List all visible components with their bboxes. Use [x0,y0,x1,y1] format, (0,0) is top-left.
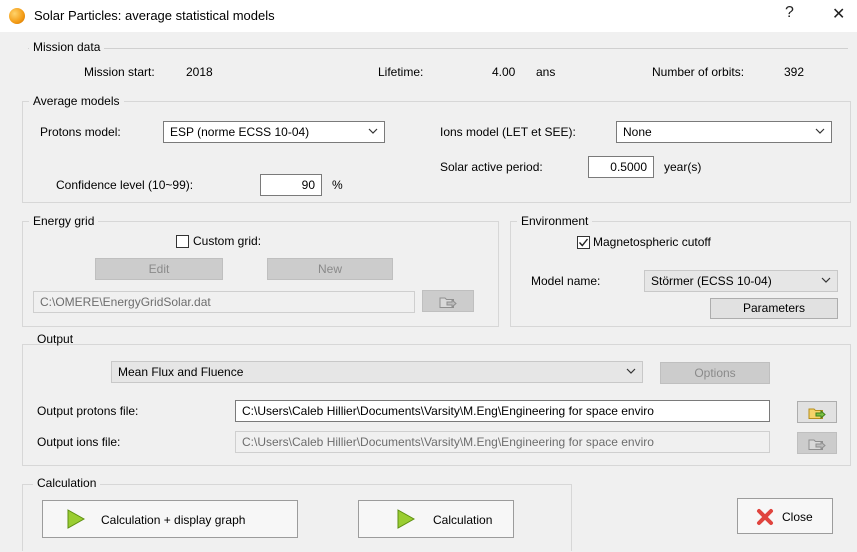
calculation-group-label: Calculation [33,476,101,490]
solar-app-icon [9,8,25,24]
output-group-label: Output [37,332,74,346]
energy-grid-file-field[interactable]: C:\OMERE\EnergyGridSolar.dat [33,291,415,313]
environment-group-label: Environment [517,214,593,228]
protons-model-value: ESP (norme ECSS 10-04) [170,125,310,139]
lifetime-label: Lifetime: [378,65,424,79]
ions-model-label: Ions model (LET et SEE): [440,125,576,139]
chevron-down-icon [626,368,636,374]
new-grid-button[interactable]: New [267,258,393,280]
close-button[interactable]: Close [737,498,833,534]
confidence-level-input[interactable]: 90 [260,174,322,196]
magnetospheric-cutoff-label: Magnetospheric cutoff [593,235,711,249]
folder-arrow-icon [439,297,457,309]
help-button[interactable]: ? [785,4,794,22]
edit-grid-button[interactable]: Edit [95,258,223,280]
parameters-button[interactable]: Parameters [710,298,838,319]
output-ions-file-field[interactable]: C:\Users\Caleb Hillier\Documents\Varsity… [235,431,770,453]
confidence-level-label: Confidence level (10~99): [56,178,194,192]
custom-grid-label: Custom grid: [193,234,262,248]
calculation-button[interactable]: Calculation [358,500,514,538]
mission-start-value: 2018 [186,65,213,79]
custom-grid-checkbox[interactable] [176,235,189,248]
output-mode-select[interactable]: Mean Flux and Fluence [111,361,643,383]
average-group-label: Average models [29,94,124,108]
model-name-label: Model name: [531,274,601,288]
play-icon [397,509,415,529]
lifetime-unit: ans [536,65,556,79]
play-icon [67,509,85,529]
output-mode-value: Mean Flux and Fluence [118,365,244,379]
ions-model-select[interactable]: None [616,121,832,143]
options-button[interactable]: Options [660,362,770,384]
energy-group-label: Energy grid [29,214,99,228]
folder-arrow-icon [808,439,826,451]
folder-arrow-icon [808,408,826,420]
mission-group-label: Mission data [29,40,105,54]
calculation-display-graph-label: Calculation + display graph [101,513,246,527]
lifetime-value: 4.00 [492,65,516,79]
browse-protons-file-button[interactable] [797,401,837,423]
mission-separator [28,48,848,49]
browse-energy-grid-button[interactable] [422,290,474,312]
close-window-button[interactable]: ✕ [832,4,845,24]
chevron-down-icon [815,128,825,134]
orbits-label: Number of orbits: [652,65,745,79]
solar-active-period-unit: year(s) [664,160,702,174]
protons-model-select[interactable]: ESP (norme ECSS 10-04) [163,121,385,143]
calculation-label: Calculation [433,513,493,527]
magnetospheric-cutoff-checkbox[interactable] [577,236,590,249]
solar-active-period-label: Solar active period: [440,160,543,174]
output-ions-file-label: Output ions file: [37,435,121,449]
protons-model-label: Protons model: [40,125,121,139]
solar-active-period-input[interactable]: 0.5000 [588,156,654,178]
close-label: Close [782,510,813,524]
browse-ions-file-button[interactable] [797,432,837,454]
cutoff-model-select[interactable]: Störmer (ECSS 10-04) [644,270,838,292]
red-x-icon [757,509,773,525]
chevron-down-icon [821,277,831,283]
title-bar: Solar Particles: average statistical mod… [0,0,857,32]
orbits-value: 392 [784,65,805,79]
chevron-down-icon [368,128,378,134]
calculation-display-graph-button[interactable]: Calculation + display graph [42,500,298,538]
mission-start-label: Mission start: [84,65,155,79]
confidence-level-unit: % [332,178,343,192]
cutoff-model-value: Störmer (ECSS 10-04) [651,274,772,288]
window-title: Solar Particles: average statistical mod… [34,8,275,23]
output-protons-file-field[interactable]: C:\Users\Caleb Hillier\Documents\Varsity… [235,400,770,422]
ions-model-value: None [623,125,652,139]
output-protons-file-label: Output protons file: [37,404,139,418]
checkmark-icon [578,238,589,247]
